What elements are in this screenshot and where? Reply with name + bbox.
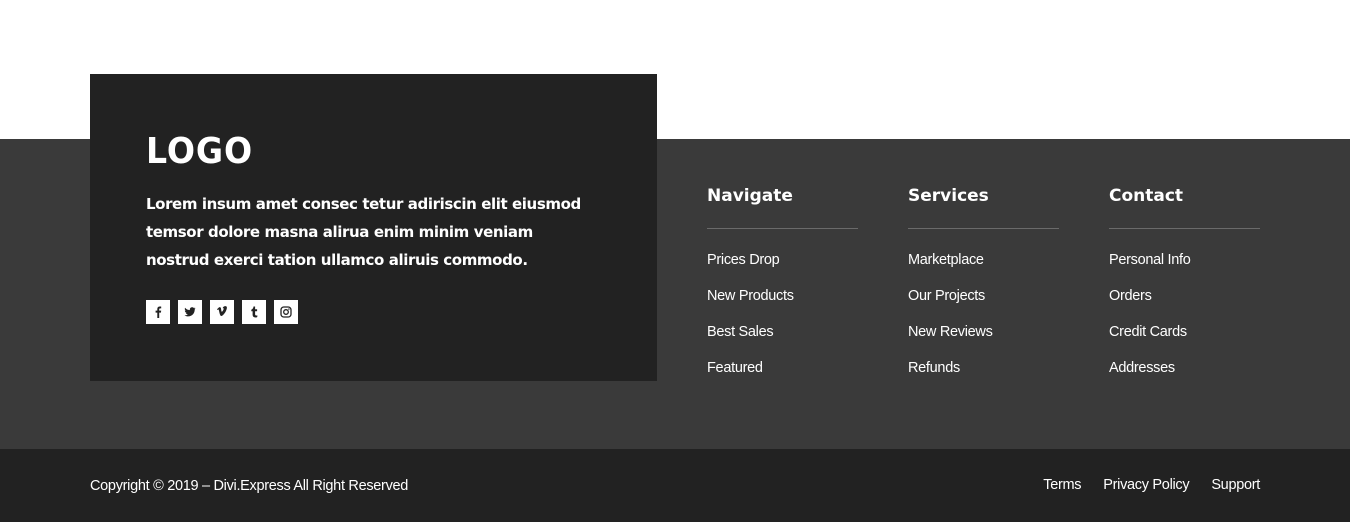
footer-link-featured[interactable]: Featured: [707, 359, 858, 377]
page: LOGO Lorem insum amet consec tetur adiri…: [0, 0, 1350, 522]
footer-column-navigate: Navigate Prices Drop New Products Best S…: [707, 184, 858, 395]
footer-link-prices-drop[interactable]: Prices Drop: [707, 251, 858, 269]
footer-link-best-sales[interactable]: Best Sales: [707, 323, 858, 341]
footer-link-marketplace[interactable]: Marketplace: [908, 251, 1059, 269]
terms-link[interactable]: Terms: [1043, 475, 1081, 495]
footer-link-our-projects[interactable]: Our Projects: [908, 287, 1059, 305]
copyright-text: Copyright © 2019 – Divi.Express All Righ…: [90, 478, 409, 494]
link-list: Marketplace Our Projects New Reviews Ref…: [908, 251, 1059, 377]
divider: [908, 228, 1059, 229]
link-list: Prices Drop New Products Best Sales Feat…: [707, 251, 858, 377]
privacy-policy-link[interactable]: Privacy Policy: [1103, 475, 1189, 495]
column-title: Services: [908, 186, 989, 206]
footer-column-contact: Contact Personal Info Orders Credit Card…: [1109, 184, 1260, 395]
tumblr-icon[interactable]: [242, 300, 266, 324]
footer-link-addresses[interactable]: Addresses: [1109, 359, 1260, 377]
footer-column-services: Services Marketplace Our Projects New Re…: [908, 184, 1059, 395]
social-links: [146, 300, 298, 324]
footer-link-orders[interactable]: Orders: [1109, 287, 1260, 305]
bottom-nav: Terms Privacy Policy Support: [1043, 475, 1260, 495]
footer-link-refunds[interactable]: Refunds: [908, 359, 1059, 377]
column-title: Navigate: [707, 186, 793, 206]
column-title: Contact: [1109, 186, 1184, 206]
footer-link-new-products[interactable]: New Products: [707, 287, 858, 305]
twitter-icon[interactable]: [178, 300, 202, 324]
footer-link-new-reviews[interactable]: New Reviews: [908, 323, 1059, 341]
about-card: LOGO Lorem insum amet consec tetur adiri…: [90, 74, 657, 381]
about-text: Lorem insum amet consec tetur adiriscin …: [146, 195, 581, 269]
support-link[interactable]: Support: [1211, 475, 1260, 495]
logo[interactable]: LOGO: [146, 132, 253, 172]
footer-link-credit-cards[interactable]: Credit Cards: [1109, 323, 1260, 341]
divider: [707, 228, 858, 229]
divider: [1109, 228, 1260, 229]
facebook-icon[interactable]: [146, 300, 170, 324]
vimeo-icon[interactable]: [210, 300, 234, 324]
link-list: Personal Info Orders Credit Cards Addres…: [1109, 251, 1260, 377]
footer-link-personal-info[interactable]: Personal Info: [1109, 251, 1260, 269]
instagram-icon[interactable]: [274, 300, 298, 324]
